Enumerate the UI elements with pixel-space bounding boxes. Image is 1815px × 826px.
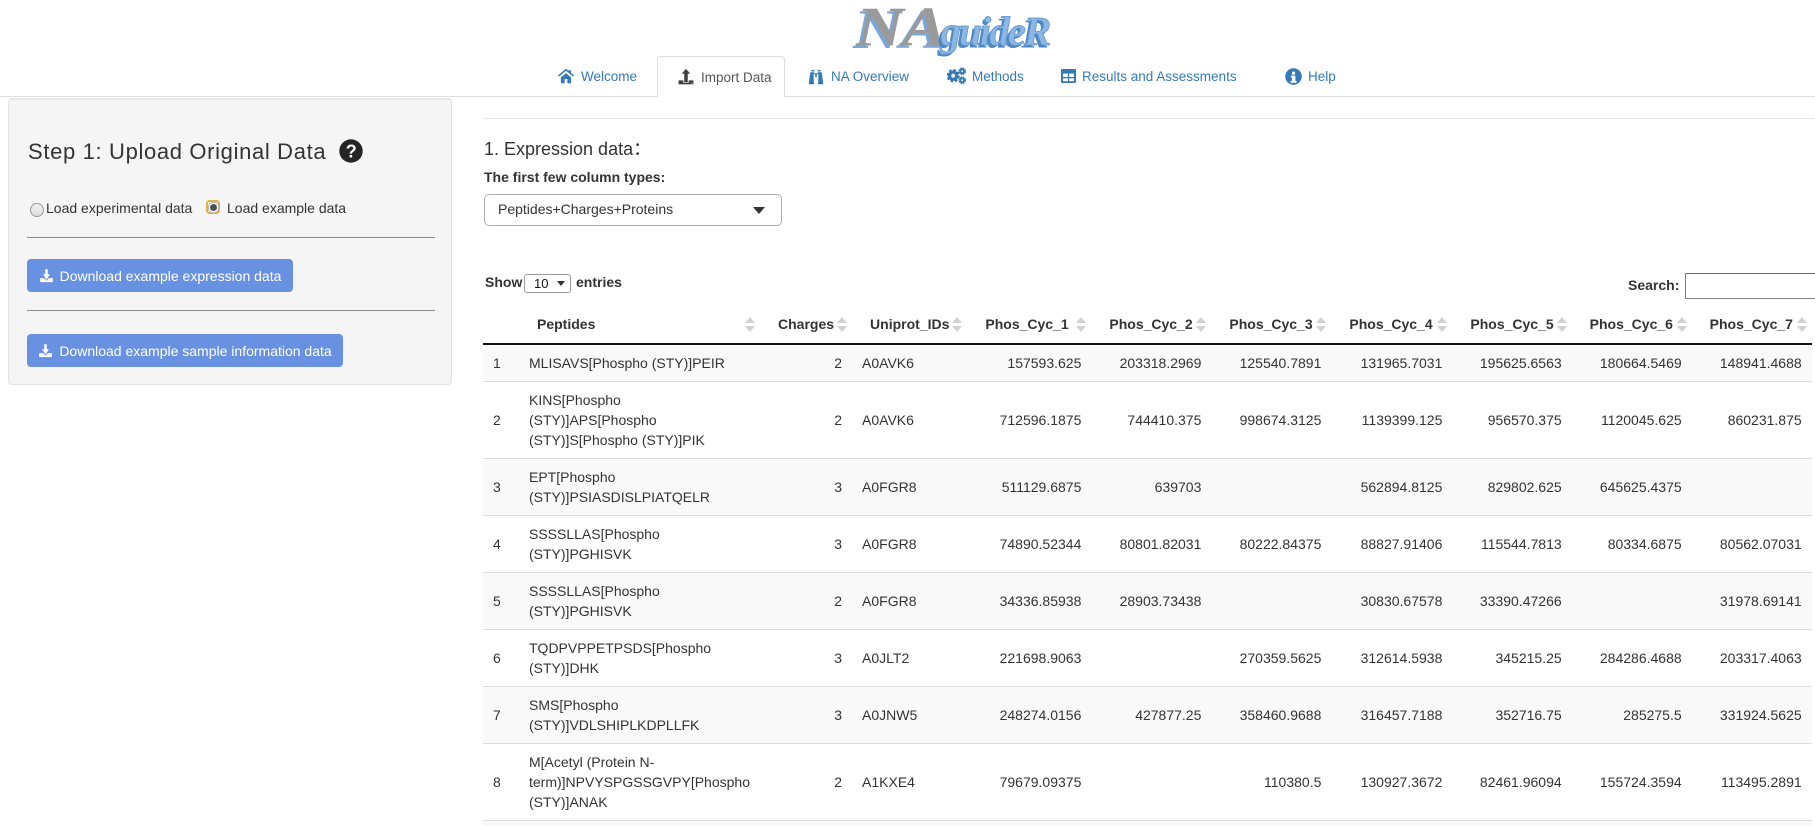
svg-text:?: ? [346,142,357,162]
svg-text:guideR: guideR [940,8,1050,54]
svg-text:NA: NA [855,0,946,58]
